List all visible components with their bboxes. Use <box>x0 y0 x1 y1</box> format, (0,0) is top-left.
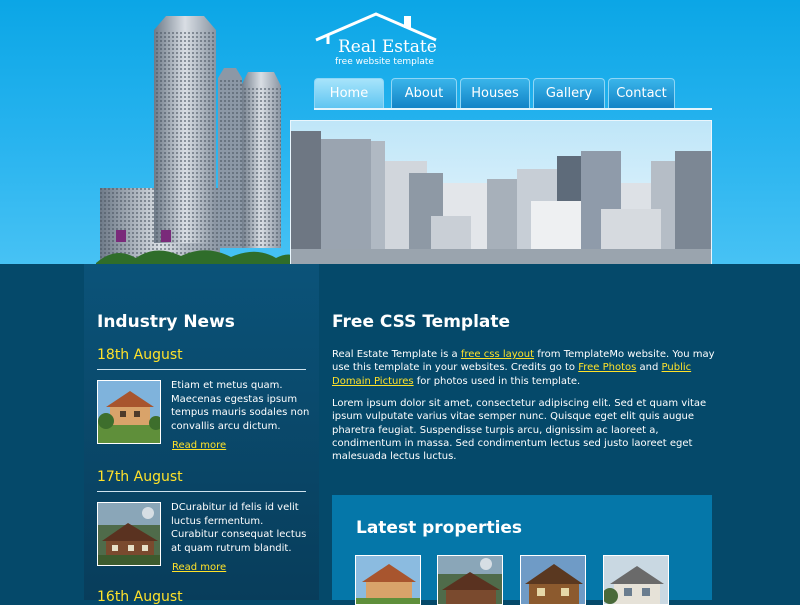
property-thumbnail[interactable] <box>437 555 503 605</box>
tab-about[interactable]: About <box>391 78 457 108</box>
logo-title: Real Estate <box>338 37 437 57</box>
tab-home[interactable]: Home <box>314 78 384 108</box>
lorem-paragraph: Lorem ipsum dolor sit amet, consectetur … <box>332 398 707 463</box>
text-segment: and <box>636 362 662 374</box>
skyscraper-image <box>96 16 301 278</box>
news-text: Etiam et metus quam. Maecenas egestas ip… <box>171 380 310 432</box>
properties-heading: Latest properties <box>356 518 523 538</box>
news-date: 18th August <box>97 347 183 363</box>
free-css-layout-link[interactable]: free css layout <box>461 349 534 360</box>
text-segment: for photos used in this template. <box>413 375 581 387</box>
main-heading: Free CSS Template <box>332 312 511 332</box>
free-photos-link[interactable]: Free Photos <box>578 362 636 373</box>
tab-gallery[interactable]: Gallery <box>533 78 605 108</box>
city-skyline-image <box>290 120 712 265</box>
news-date: 16th August <box>97 589 183 605</box>
tab-houses[interactable]: Houses <box>460 78 530 108</box>
news-thumbnail <box>97 380 161 444</box>
divider <box>97 369 306 370</box>
property-thumbnail[interactable] <box>603 555 669 605</box>
news-date: 17th August <box>97 469 183 485</box>
news-thumbnail <box>97 502 161 566</box>
sidebar-heading: Industry News <box>97 312 235 332</box>
property-thumbnail[interactable] <box>520 555 586 605</box>
nav-underline <box>314 108 712 110</box>
logo-tagline: free website template <box>335 57 434 67</box>
intro-paragraph: Real Estate Template is a free css layou… <box>332 348 717 388</box>
tab-contact[interactable]: Contact <box>608 78 675 108</box>
property-thumbnail[interactable] <box>355 555 421 605</box>
news-text: DCurabitur id felis id velit luctus ferm… <box>171 502 307 554</box>
read-more-link[interactable]: Read more <box>172 562 226 573</box>
text-segment: Real Estate Template is a <box>332 349 461 360</box>
read-more-link[interactable]: Read more <box>172 440 226 451</box>
divider <box>97 491 306 492</box>
